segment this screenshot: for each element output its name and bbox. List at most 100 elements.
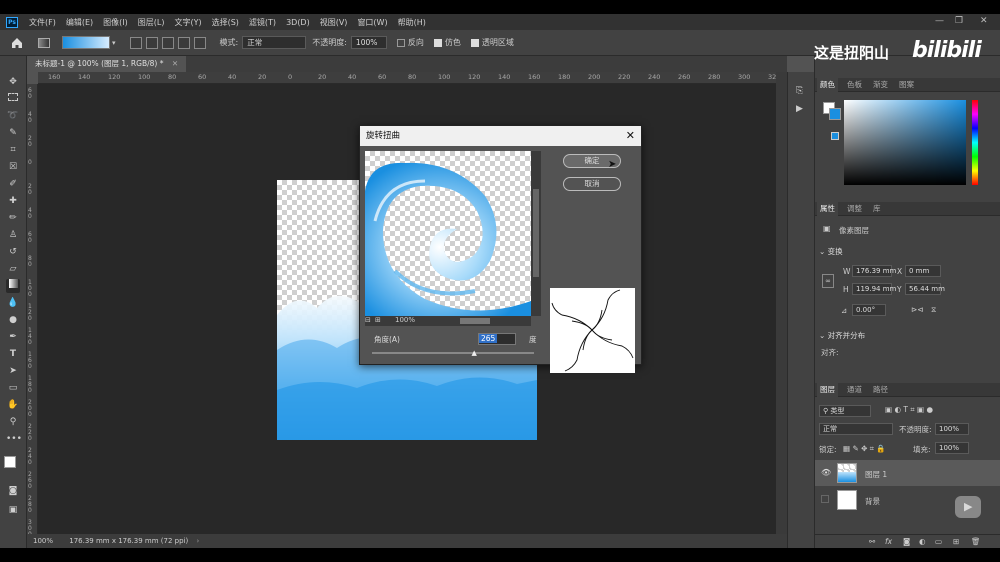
- transform-section-title[interactable]: ⌄ 变换: [819, 246, 843, 257]
- flip-horizontal-icon[interactable]: ⊳⊲: [911, 305, 924, 314]
- filter-preview[interactable]: [365, 151, 531, 316]
- width-input[interactable]: 176.39 mm: [852, 265, 896, 277]
- visibility-toggle-empty[interactable]: [821, 495, 829, 503]
- new-layer-icon[interactable]: ⊞: [953, 537, 959, 546]
- dodge-tool-icon[interactable]: ●: [6, 313, 20, 327]
- menu-type[interactable]: 文字(Y): [169, 17, 206, 28]
- history-panel-icon[interactable]: ⎘: [796, 86, 803, 96]
- rectangle-tool-icon[interactable]: ▭: [6, 381, 20, 395]
- x-input[interactable]: 0 mm: [905, 265, 941, 277]
- web-color-swatch[interactable]: [831, 132, 839, 140]
- zoom-tool-icon[interactable]: ⚲: [6, 415, 20, 429]
- minimize-button[interactable]: —: [935, 16, 944, 26]
- layer-opacity-input[interactable]: 100%: [935, 423, 969, 435]
- healing-brush-tool-icon[interactable]: ✚: [6, 194, 20, 208]
- color-picker-field[interactable]: [844, 100, 966, 185]
- mask-icon[interactable]: ◙: [903, 537, 910, 546]
- history-brush-tool-icon[interactable]: ↺: [6, 245, 20, 259]
- close-window-button[interactable]: ✕: [980, 16, 988, 26]
- zoom-out-icon[interactable]: ⊟: [365, 316, 371, 324]
- blend-mode-select[interactable]: 正常: [819, 423, 893, 435]
- angle-gradient-button[interactable]: [161, 36, 174, 49]
- diamond-gradient-button[interactable]: [193, 36, 206, 49]
- menu-edit[interactable]: 编辑(E): [61, 17, 98, 28]
- document-tab[interactable]: 未标题-1 @ 100% (图层 1, RGB/8) * ✕: [27, 56, 187, 72]
- fx-icon[interactable]: fx: [885, 537, 892, 546]
- linear-gradient-button[interactable]: [129, 36, 142, 49]
- visibility-eye-icon[interactable]: 👁: [821, 468, 831, 477]
- menu-window[interactable]: 窗口(W): [352, 17, 392, 28]
- hue-slider[interactable]: [972, 100, 978, 185]
- reverse-checkbox[interactable]: [396, 38, 405, 47]
- rotate-angle-input[interactable]: 0.00°: [852, 304, 886, 316]
- screen-mode-icon[interactable]: ▣: [6, 503, 20, 517]
- angle-input[interactable]: 265: [478, 333, 516, 345]
- video-play-icon[interactable]: ▶: [955, 496, 981, 518]
- angle-slider-thumb[interactable]: ▲: [471, 349, 476, 357]
- menu-select[interactable]: 选择(S): [207, 17, 244, 28]
- preview-hscroll-thumb[interactable]: [460, 318, 490, 324]
- layer-filter-select[interactable]: ⚲ 类型: [819, 405, 871, 417]
- radial-gradient-button[interactable]: [145, 36, 158, 49]
- opacity-input[interactable]: 100%: [350, 36, 387, 49]
- transparency-checkbox[interactable]: [470, 38, 479, 47]
- background-layer-name[interactable]: 背景: [865, 496, 880, 507]
- tab-swatches[interactable]: 色板: [847, 78, 862, 92]
- tab-gradients[interactable]: 渐变: [873, 78, 888, 92]
- zoom-in-icon[interactable]: ⊞: [375, 316, 381, 324]
- maximize-button[interactable]: ❐: [955, 16, 963, 26]
- tab-layers[interactable]: 图层: [817, 383, 838, 397]
- canvas-scrollbar[interactable]: [776, 72, 787, 534]
- color-background-swatch[interactable]: [829, 108, 841, 120]
- eyedropper-tool-icon[interactable]: ✐: [6, 177, 20, 191]
- height-input[interactable]: 119.94 mm: [852, 283, 896, 295]
- home-icon[interactable]: [10, 36, 24, 50]
- tab-color[interactable]: 颜色: [817, 78, 838, 92]
- flip-vertical-icon[interactable]: ⧖: [931, 305, 936, 315]
- align-section-title[interactable]: ⌄ 对齐并分布: [819, 330, 865, 341]
- frame-tool-icon[interactable]: ☒: [6, 160, 20, 174]
- gradient-tool-icon[interactable]: [6, 279, 20, 293]
- close-icon[interactable]: ✕: [626, 126, 635, 146]
- gradient-dropdown-icon[interactable]: ▾: [112, 39, 116, 47]
- menu-filter[interactable]: 滤镜(T): [244, 17, 281, 28]
- cancel-button[interactable]: 取消: [563, 177, 621, 191]
- menu-layer[interactable]: 图层(L): [133, 17, 170, 28]
- mode-select[interactable]: 正常: [242, 36, 307, 49]
- layer-filter-icons[interactable]: ▣ ◐ T ⌗ ▣ ●: [885, 405, 933, 415]
- type-tool-icon[interactable]: T: [6, 347, 20, 361]
- menu-3d[interactable]: 3D(D): [281, 18, 315, 27]
- clone-stamp-tool-icon[interactable]: ♙: [6, 228, 20, 242]
- status-arrow-icon[interactable]: ›: [196, 537, 199, 545]
- link-dimensions-icon[interactable]: ∞: [822, 274, 834, 288]
- menu-help[interactable]: 帮助(H): [393, 17, 431, 28]
- tool-preset-icon[interactable]: [38, 37, 50, 48]
- adjustment-icon[interactable]: ◐: [919, 537, 926, 546]
- y-input[interactable]: 56.44 mm: [905, 283, 945, 295]
- tab-libraries[interactable]: 库: [873, 202, 881, 216]
- menu-file[interactable]: 文件(F): [24, 17, 61, 28]
- fill-input[interactable]: 100%: [935, 442, 969, 454]
- canvas-workspace[interactable]: 旋转扭曲 ✕ ⊟ ⊞ 100% 确定 取消 ➤ 角度(A) 265 度 ▲: [38, 84, 776, 534]
- menu-image[interactable]: 图像(I): [98, 17, 133, 28]
- blur-tool-icon[interactable]: 💧: [6, 296, 20, 310]
- quick-mask-icon[interactable]: ◙: [6, 484, 20, 498]
- hand-tool-icon[interactable]: ✋: [6, 398, 20, 412]
- trash-icon[interactable]: 🗑: [971, 537, 981, 546]
- menu-view[interactable]: 视图(V): [315, 17, 353, 28]
- link-icon[interactable]: ⚯: [869, 537, 875, 546]
- crop-tool-icon[interactable]: ⌗: [6, 143, 20, 157]
- tab-paths[interactable]: 路径: [873, 383, 888, 397]
- tab-patterns[interactable]: 图案: [899, 78, 914, 92]
- path-select-tool-icon[interactable]: ➤: [6, 364, 20, 378]
- more-tools-icon[interactable]: •••: [6, 432, 22, 446]
- tab-channels[interactable]: 通道: [847, 383, 862, 397]
- dither-checkbox[interactable]: [433, 38, 442, 47]
- eraser-tool-icon[interactable]: ▱: [6, 262, 20, 276]
- group-icon[interactable]: ▭: [935, 537, 942, 546]
- tab-adjustments[interactable]: 调整: [847, 202, 862, 216]
- marquee-tool-icon[interactable]: [6, 92, 20, 106]
- layer-name[interactable]: 图层 1: [865, 469, 887, 480]
- pen-tool-icon[interactable]: ✒: [6, 330, 20, 344]
- close-tab-icon[interactable]: ✕: [172, 59, 178, 68]
